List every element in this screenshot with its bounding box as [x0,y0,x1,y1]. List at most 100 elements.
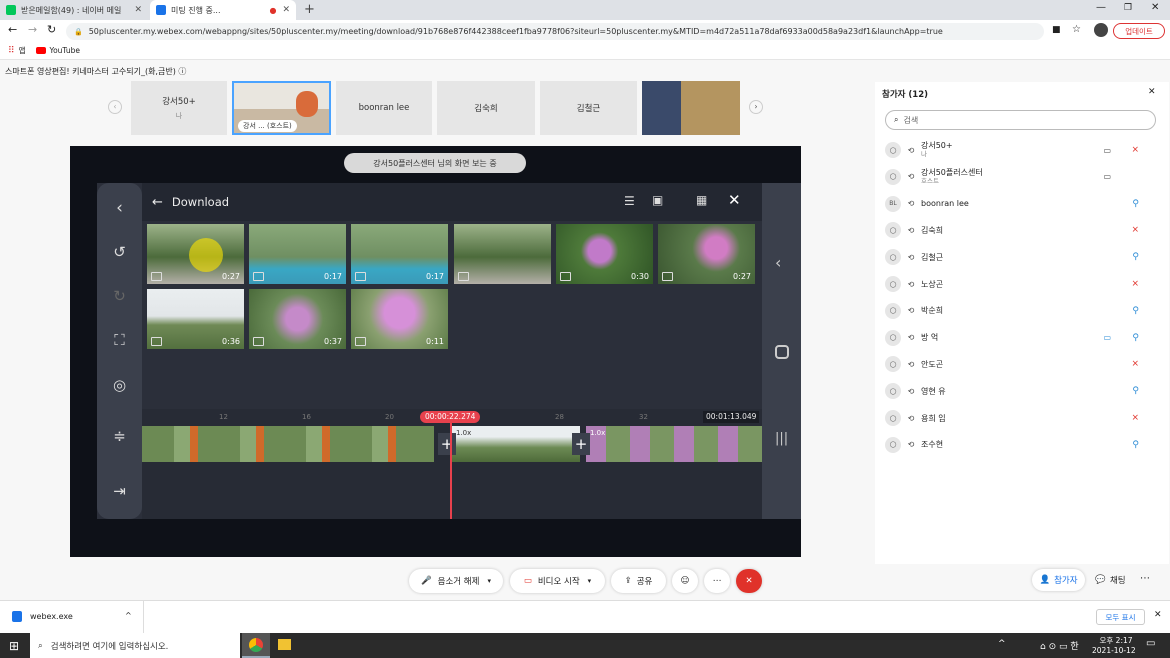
video-thumb[interactable]: 강서50+ 나 [131,81,227,135]
participant-row[interactable]: ◯ ⟲ 노상곤 ⨯ [885,271,1155,297]
tab-naver-mail[interactable]: 받은메일함(49) : 네이버 메일 ✕ [0,0,148,20]
redo-icon[interactable]: ↻ [97,281,142,311]
show-all-button[interactable]: 모두 표시 [1096,609,1145,625]
participant-row[interactable]: ◯ ⟲ 강서50플러스센터 호스트 ▭ [885,164,1155,190]
tab-meeting[interactable]: 미팅 진행 중... ● ✕ [150,0,296,20]
profile-avatar-icon[interactable] [1094,23,1108,37]
media-clip[interactable]: 0:11 [351,289,448,349]
apps-grid-icon[interactable]: ⠿ [8,46,15,56]
video-thumb[interactable]: boonran lee [336,81,432,135]
media-clip[interactable]: 0:27 [658,224,755,284]
fit-screen-icon[interactable]: ⛶ [97,325,142,355]
taskbar-search-input[interactable]: ⌕ 검색하려면 여기에 입력하십시오. [30,633,240,658]
bookmark-youtube[interactable]: YouTube [50,46,81,55]
playhead[interactable] [450,423,452,519]
chat-toggle-button[interactable]: 💬 채팅 [1088,569,1133,591]
leave-meeting-button[interactable]: ✕ [736,569,762,593]
close-tab-icon[interactable]: ✕ [134,5,142,15]
new-tab-icon[interactable]: + [304,2,315,17]
notification-icon[interactable]: ▭ [1146,638,1155,649]
jump-end-icon[interactable]: ⇥ [97,476,142,506]
participant-row[interactable]: ◯ ⟲ 김철근 ⚲ [885,244,1155,270]
reload-icon[interactable]: ↻ [47,23,56,36]
video-thumb[interactable]: 김숙희 [437,81,535,135]
forward-icon[interactable]: → [28,23,37,36]
video-thumb-host[interactable]: 강서 ... (호스트) [232,81,331,135]
add-transition-icon[interactable]: + [572,433,590,455]
sort-icon[interactable]: ☰ [624,194,635,208]
media-clip[interactable]: 0:17 [351,224,448,284]
maximize-icon[interactable]: ❐ [1124,3,1132,13]
update-button[interactable]: 업데이트 [1113,23,1165,39]
participant-row[interactable]: ◯ ⟲ 영현 유 ⚲ [885,378,1155,404]
participant-row[interactable]: ◯ ⟲ 박순희 ⚲ [885,298,1155,324]
file-explorer-icon[interactable] [278,639,291,650]
tray-icons[interactable]: ⌂ ⊙ ▭ 한 [1040,639,1079,652]
windows-start-icon[interactable]: ⊞ [9,639,19,653]
more-panels-icon[interactable]: ⋯ [1140,573,1150,584]
media-filter-icon[interactable]: ▣ [652,193,663,207]
timeline-clip[interactable] [142,426,434,462]
participant-row[interactable]: BL ⟲ boonran lee ⚲ [885,191,1155,217]
back-arrow-icon[interactable]: ← [152,195,163,210]
chevron-down-icon[interactable]: ▾ [487,577,491,585]
close-panel-icon[interactable]: ✕ [1148,87,1156,97]
info-icon[interactable]: ⓘ [178,67,186,76]
media-clip[interactable]: 0:36 [147,289,244,349]
back-icon[interactable]: ← [8,23,17,36]
media-clip[interactable] [454,224,551,284]
video-thumb[interactable]: 김철근 [540,81,637,135]
add-transition-icon[interactable]: + [438,433,456,455]
participant-row[interactable]: ◯ ⟲ 강서50+ 나 ▭ ⨯ [885,137,1155,163]
video-thumb-camera[interactable] [642,81,740,135]
bookmark-apps[interactable]: 앱 [19,45,26,56]
close-shelf-icon[interactable]: ✕ [1154,610,1162,620]
nav-back-icon[interactable]: ‹ [775,253,781,272]
timeline-clip[interactable]: 1.0x [586,426,762,462]
nav-recents-icon[interactable]: ||| [775,431,788,446]
timeline-clip[interactable]: 1.0x [452,426,580,462]
taskbar-chrome[interactable] [242,633,270,658]
media-clip[interactable]: 0:17 [249,224,346,284]
participant-row[interactable]: ◯ ⟲ 김숙희 ⨯ [885,217,1155,243]
share-button[interactable]: ⇪ 공유 [611,569,666,593]
participant-row[interactable]: ◯ ⟲ 방 억 ▭ ⚲ [885,325,1155,351]
chevron-up-icon[interactable]: ^ [125,611,132,620]
host-video-person [296,91,318,117]
close-icon[interactable]: ✕ [728,191,741,209]
participant-row[interactable]: ◯ ⟲ 용희 임 ⨯ [885,405,1155,431]
start-video-button[interactable]: ▭ 비디오 시작 ▾ [510,569,605,593]
close-tab-icon[interactable]: ✕ [282,5,290,15]
tray-chevron-icon[interactable]: ^ [998,639,1006,649]
speed-label: 1.0x [456,429,472,437]
nav-home-icon[interactable] [775,345,789,359]
reactions-button[interactable]: ☺ [672,569,698,593]
timeline-adjust-icon[interactable]: ≑ [97,421,142,451]
camera-permission-icon[interactable]: ■ [1052,25,1061,35]
thumbs-next-icon[interactable]: › [749,100,763,114]
chevron-down-icon[interactable]: ▾ [588,577,592,585]
window-close-icon[interactable]: ✕ [1151,2,1159,13]
device-icon: ⟲ [907,306,915,316]
bookmark-star-icon[interactable]: ☆ [1072,24,1081,35]
media-clip[interactable]: 0:37 [249,289,346,349]
store-icon[interactable]: ▦ [696,193,707,207]
url-bar[interactable]: 🔒 50pluscenter.my.webex.com/webappng/sit… [66,23,1044,40]
settings-icon[interactable]: ◎ [97,370,142,400]
participant-row[interactable]: ◯ ⟲ 안도곤 ⨯ [885,351,1155,377]
back-chevron-icon[interactable]: ‹ [97,193,142,223]
media-clip[interactable]: 0:30 [556,224,653,284]
participants-toggle-button[interactable]: 👤 참가자 [1032,569,1085,591]
undo-icon[interactable]: ↺ [97,237,142,267]
more-options-button[interactable]: ⋯ [704,569,730,593]
timeline[interactable]: 12 16 20 24 28 32 00:00:22.274 00:01:13.… [142,409,762,519]
chrome-icon [249,638,263,652]
participant-search-input[interactable]: ⌕ 검색 [885,110,1156,130]
unmute-button[interactable]: 🎤 음소거 해제 ▾ [409,569,503,593]
participant-row[interactable]: ◯ ⟲ 조수현 ⚲ [885,432,1155,458]
minimize-icon[interactable]: — [1096,2,1106,13]
media-clip[interactable]: 0:27 [147,224,244,284]
download-filename[interactable]: webex.exe [30,612,73,621]
mic-on-icon: ⚲ [1132,198,1139,209]
thumbs-prev-icon[interactable]: ‹ [108,100,122,114]
